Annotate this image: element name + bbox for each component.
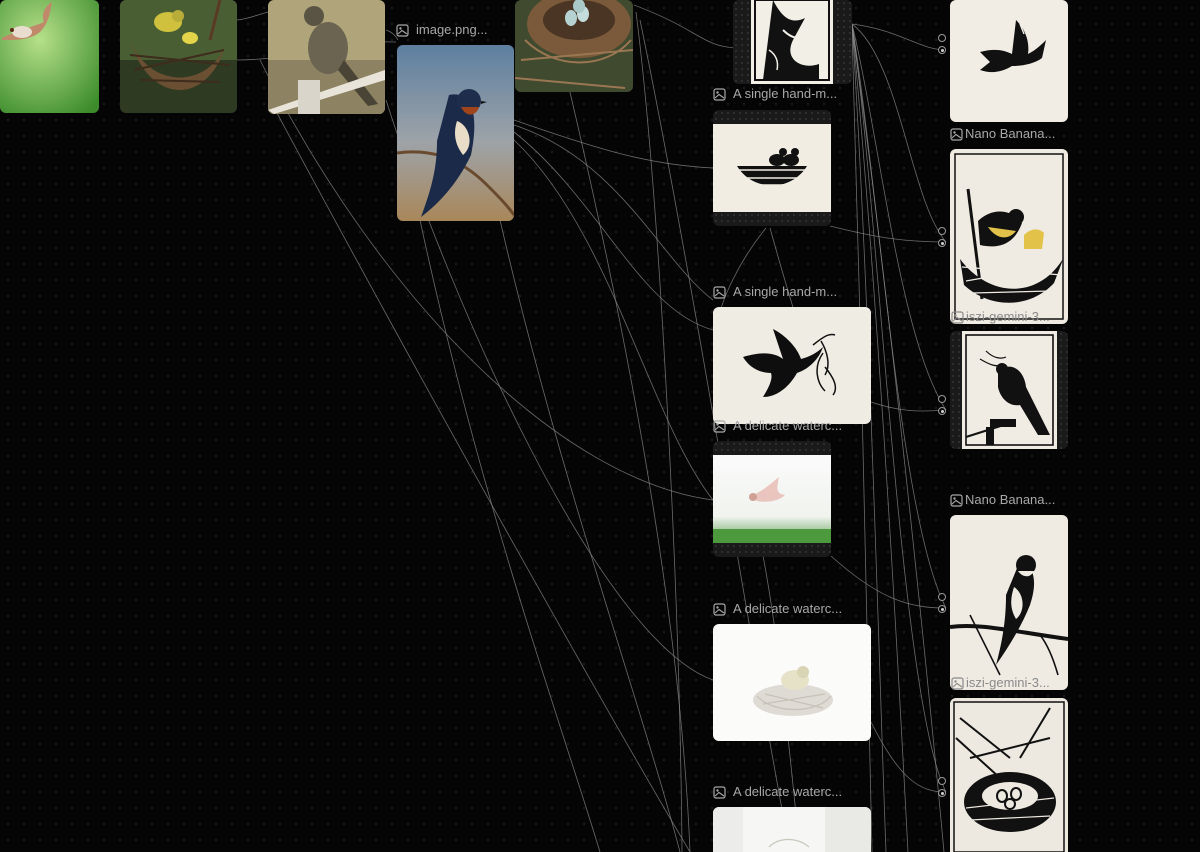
wire [235,11,269,21]
node-label-text: iszi-gemini-3... [966,675,1050,690]
node-label-text: A delicate waterc... [733,601,843,616]
node-label-nano-banana-2: Nano Banana... [950,492,1055,508]
output-port[interactable] [938,239,946,247]
woodcut-swallow-output [950,515,1068,690]
output-port[interactable] [938,46,946,54]
woodcut-nest-eggs-output [950,698,1068,852]
image-icon [951,310,964,324]
image-icon [396,23,409,37]
node-output-nest-eggs[interactable] [950,698,1068,852]
node-label-single-hand-2: A single hand-m... [713,284,837,300]
wire [559,49,691,852]
node-output-swallow[interactable] [950,515,1068,690]
wire [830,555,947,609]
watercolor-bottom [713,807,871,852]
node-watercolor-bottom[interactable] [713,807,871,852]
woodcut-bird-on-post-output [962,331,1057,449]
node-label-delicate-1: A delicate waterc... [713,418,842,434]
swallow-photo [397,45,514,221]
woodcut-nest-yellow-output [950,149,1068,324]
nest-eggs-photo [515,0,633,92]
bird-on-post-photo [268,0,385,114]
wire [633,4,736,49]
node-label-text: A single hand-m... [733,86,838,101]
watercolor-flying-bird [713,455,831,543]
node-label-delicate-3: A delicate waterc... [713,784,842,800]
nest-birds-photo [120,0,237,113]
node-photo-nest-yellow-birds[interactable] [120,0,237,113]
output-port[interactable] [938,789,946,797]
node-label-image-png: image.png... [396,22,488,38]
output-port[interactable] [938,605,946,613]
image-icon [713,285,726,299]
node-output-nest-yellow[interactable] [950,149,1068,324]
woodcut-bird-print [751,0,833,84]
flying-bird-photo [0,0,99,113]
node-label-text: iszi-gemini-3... [966,309,1050,324]
node-photo-flying-bird[interactable] [0,0,99,113]
node-woodcut-top[interactable] [733,0,852,84]
node-label-text: Nano Banana... [965,126,1056,141]
image-icon [713,419,726,433]
node-photo-nest-eggs[interactable] [515,0,633,92]
image-icon [713,87,726,101]
image-icon [950,127,963,141]
node-output-bird-on-post[interactable] [950,331,1068,449]
input-port[interactable] [938,395,946,403]
wire [870,721,947,793]
wire [513,139,714,501]
input-port[interactable] [938,34,946,42]
woodcut-flying-bird-output [950,0,1068,122]
image-icon [950,493,963,507]
wire [513,131,714,331]
image-icon [951,676,964,690]
node-label-iszi-gemini-1: iszi-gemini-3... [951,309,1050,325]
node-label-iszi-gemini-2: iszi-gemini-3... [951,675,1050,691]
input-port[interactable] [938,777,946,785]
watercolor-nest [713,624,871,741]
node-woodcut-nest[interactable] [713,110,831,226]
wire [499,219,681,852]
woodcut-nest-print [713,124,831,212]
node-label-text: A single hand-m... [733,284,838,299]
input-port[interactable] [938,593,946,601]
node-label-nano-banana-1: Nano Banana... [950,126,1055,142]
wire [851,23,947,243]
wire [513,124,714,301]
node-watercolor-flying[interactable] [713,441,831,557]
node-label-text: A delicate waterc... [733,784,843,799]
wire [419,219,601,852]
node-watercolor-nest[interactable] [713,624,871,741]
node-label-text: image.png... [416,22,488,37]
node-label-text: A delicate waterc... [733,418,843,433]
node-label-single-hand-1: A single hand-m... [713,86,837,102]
input-port[interactable] [938,227,946,235]
wire [513,119,714,169]
node-woodcut-flying-bird[interactable] [713,307,871,424]
wire [851,23,947,51]
image-icon [713,602,726,616]
node-photo-bird-on-post[interactable] [268,0,385,114]
woodcut-flying-bird-print [713,307,871,424]
wire [870,401,947,412]
output-port[interactable] [938,407,946,415]
wire [829,225,947,243]
node-output-flying-bird[interactable] [950,0,1068,122]
node-photo-swallow[interactable] [397,45,514,221]
node-label-text: Nano Banana... [965,492,1056,507]
image-icon [713,785,726,799]
wire [635,11,683,852]
node-label-delicate-2: A delicate waterc... [713,601,842,617]
